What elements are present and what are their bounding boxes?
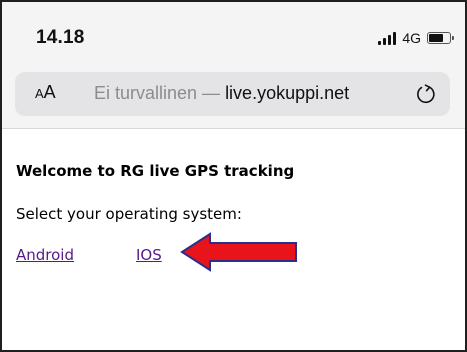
red-arrow-annotation [180,232,297,272]
screenshot-frame: 14.18 4G AA Ei turvallinen — live.yokupp… [0,0,467,352]
battery-icon [427,32,454,44]
reader-view-button[interactable]: AA [35,83,56,102]
page-heading: Welcome to RG live GPS tracking [16,162,295,180]
reload-icon [417,84,435,104]
network-type: 4G [402,30,421,46]
browser-chrome: 14.18 4G AA Ei turvallinen — live.yokupp… [2,2,465,129]
ios-link[interactable]: IOS [136,246,162,264]
reload-button[interactable] [414,82,438,106]
security-warning-text: Ei turvallinen — [94,83,226,103]
url-domain: live.yokuppi.net [225,83,350,103]
url-display[interactable]: Ei turvallinen — live.yokuppi.net [94,84,349,102]
address-bar[interactable]: AA Ei turvallinen — live.yokuppi.net [15,72,450,116]
os-prompt: Select your operating system: [16,205,242,223]
status-time: 14.18 [36,27,85,48]
android-link[interactable]: Android [16,246,74,264]
status-indicators: 4G [378,29,454,47]
signal-icon [378,31,397,45]
